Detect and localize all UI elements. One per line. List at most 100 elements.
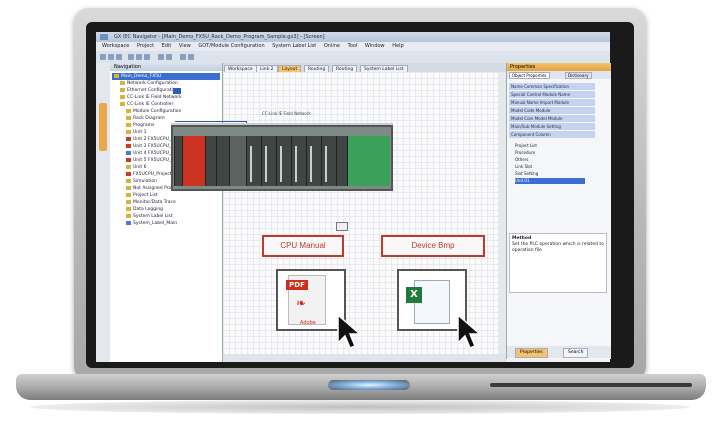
rack-module-6[interactable] — [276, 136, 291, 186]
cpu-manual-button[interactable]: CPU Manual — [262, 235, 344, 257]
tab-routing-2[interactable]: Routing — [332, 65, 358, 72]
rack-module-2[interactable] — [216, 136, 229, 186]
property-item[interactable]: Project List — [515, 143, 585, 149]
acrobat-icon: ❧ — [296, 296, 307, 310]
rack-module-4[interactable] — [246, 136, 261, 186]
rack-module-3[interactable] — [229, 136, 246, 186]
menu-bar: Workspace Project Edit View GOT/Module C… — [96, 42, 610, 51]
property-item[interactable]: Link Slot — [515, 164, 585, 170]
tree-item[interactable]: CC-Link IE Controller — [112, 101, 220, 108]
grid-icon[interactable] — [188, 54, 194, 60]
status-bar — [223, 354, 506, 362]
property-category[interactable]: Name Common Specification — [509, 83, 595, 90]
tab-link[interactable]: Link 2 — [256, 65, 278, 72]
tab-properties-footer[interactable]: Properties — [515, 348, 548, 358]
pdf-icon: PDF — [286, 280, 308, 290]
property-item[interactable]: Procedure — [515, 150, 585, 156]
tab-layout[interactable]: Layout — [278, 65, 302, 72]
redo-icon[interactable] — [166, 54, 172, 60]
cut-icon[interactable] — [128, 54, 134, 60]
tree-item[interactable]: Data Logging — [112, 206, 220, 213]
menu-online[interactable]: Online — [324, 43, 340, 49]
undo-icon[interactable] — [158, 54, 164, 60]
rack-module-10[interactable] — [336, 136, 347, 186]
module-slot-line — [250, 146, 252, 182]
property-category[interactable]: Model Com Model Module — [509, 115, 595, 122]
property-category[interactable]: Component Column — [509, 131, 595, 138]
folder-icon — [120, 80, 125, 85]
menu-view[interactable]: View — [179, 43, 191, 49]
menu-window[interactable]: Window — [365, 43, 385, 49]
properties-header: Properties — [507, 63, 611, 71]
tab-object-properties[interactable]: Object Properties — [509, 72, 550, 79]
copy-icon[interactable] — [136, 54, 142, 60]
window-title: GX IEC Navigator - [Main_Demo_FX5U_Rack_… — [114, 34, 325, 40]
property-category[interactable]: Model Code Module — [509, 107, 595, 114]
left-rail — [96, 63, 110, 362]
tab-dictionary[interactable]: Dictionary — [565, 72, 592, 79]
program-icon — [126, 220, 131, 225]
property-category[interactable]: Manual Name Import Module — [509, 99, 595, 106]
property-item[interactable]: Slot Setting — [515, 171, 585, 177]
program-icon — [126, 150, 131, 155]
tree-item[interactable]: Module Configuration — [112, 108, 220, 115]
rack-module-5[interactable] — [261, 136, 276, 186]
folder-icon — [126, 185, 131, 190]
folder-icon — [126, 129, 131, 134]
menu-help[interactable]: Help — [392, 43, 403, 49]
save-icon[interactable] — [116, 54, 122, 60]
tab-system-label-list[interactable]: System Label List — [360, 65, 408, 72]
tree-item[interactable]: Monitor/Data Trace — [112, 199, 220, 206]
rack-module-cpu[interactable] — [205, 136, 216, 186]
network-node[interactable] — [173, 88, 181, 94]
property-category[interactable]: Special Control Module Name — [509, 91, 595, 98]
tab-routing-1[interactable]: Routing — [304, 65, 330, 72]
tree-item[interactable]: System_Label_Main — [112, 220, 220, 227]
module-slot-line — [295, 146, 297, 182]
property-item[interactable]: Others — [515, 157, 585, 163]
folder-icon — [126, 192, 131, 197]
rack-module-extension[interactable] — [347, 136, 390, 186]
folder-icon — [120, 101, 125, 106]
tree-item[interactable]: System Label List — [112, 213, 220, 220]
rack-module-7[interactable] — [291, 136, 306, 186]
program-icon — [126, 157, 131, 162]
menu-module-config[interactable]: GOT/Module Configuration — [198, 43, 264, 49]
open-icon[interactable] — [108, 54, 114, 60]
power-light — [328, 380, 410, 390]
rack-module-8[interactable] — [306, 136, 321, 186]
property-category[interactable]: Main/Sub Module Setting — [509, 123, 595, 130]
folder-icon — [126, 178, 131, 183]
tree-item[interactable]: Project List — [112, 192, 220, 199]
tree-item-label: Network Configuration — [127, 81, 178, 86]
menu-workspace[interactable]: Workspace — [102, 43, 129, 49]
canvas-scrollbar[interactable] — [498, 72, 506, 362]
folder-icon — [126, 213, 131, 218]
menu-system-label[interactable]: System Label List — [272, 43, 316, 49]
tree-item-label: Data Logging — [133, 207, 164, 212]
rack-module-power[interactable] — [182, 136, 205, 186]
tree-item[interactable]: CC-Link IE Field Network — [112, 94, 220, 101]
menu-project[interactable]: Project — [137, 43, 154, 49]
tree-item-label: Ethernet Configuration — [127, 88, 179, 93]
folder-icon — [120, 94, 125, 99]
new-icon[interactable] — [100, 54, 106, 60]
menu-edit[interactable]: Edit — [162, 43, 172, 49]
paste-icon[interactable] — [144, 54, 150, 60]
navigation-rail-tab[interactable] — [99, 103, 107, 151]
tree-item[interactable]: Main_Demo_FX5U — [112, 73, 220, 80]
rack-expand-button[interactable] — [336, 222, 348, 231]
program-icon — [126, 143, 131, 148]
network-label: CC-Link IE Field Network — [262, 111, 311, 116]
tab-workspace[interactable]: Workspace — [224, 65, 257, 72]
tree-item-label: Monitor/Data Trace — [133, 200, 176, 205]
module-slot-line — [310, 146, 312, 182]
tree-item[interactable]: Network Configuration — [112, 80, 220, 87]
device-bom-button[interactable]: Device Bmp — [381, 235, 485, 257]
menu-tool[interactable]: Tool — [348, 43, 358, 49]
zoom-icon[interactable] — [180, 54, 186, 60]
rack-module-9[interactable] — [321, 136, 336, 186]
tree-item[interactable]: Ethernet Configuration — [112, 87, 220, 94]
property-item[interactable]: Unit 01 — [515, 178, 585, 184]
tab-search-footer[interactable]: Search — [563, 348, 589, 358]
